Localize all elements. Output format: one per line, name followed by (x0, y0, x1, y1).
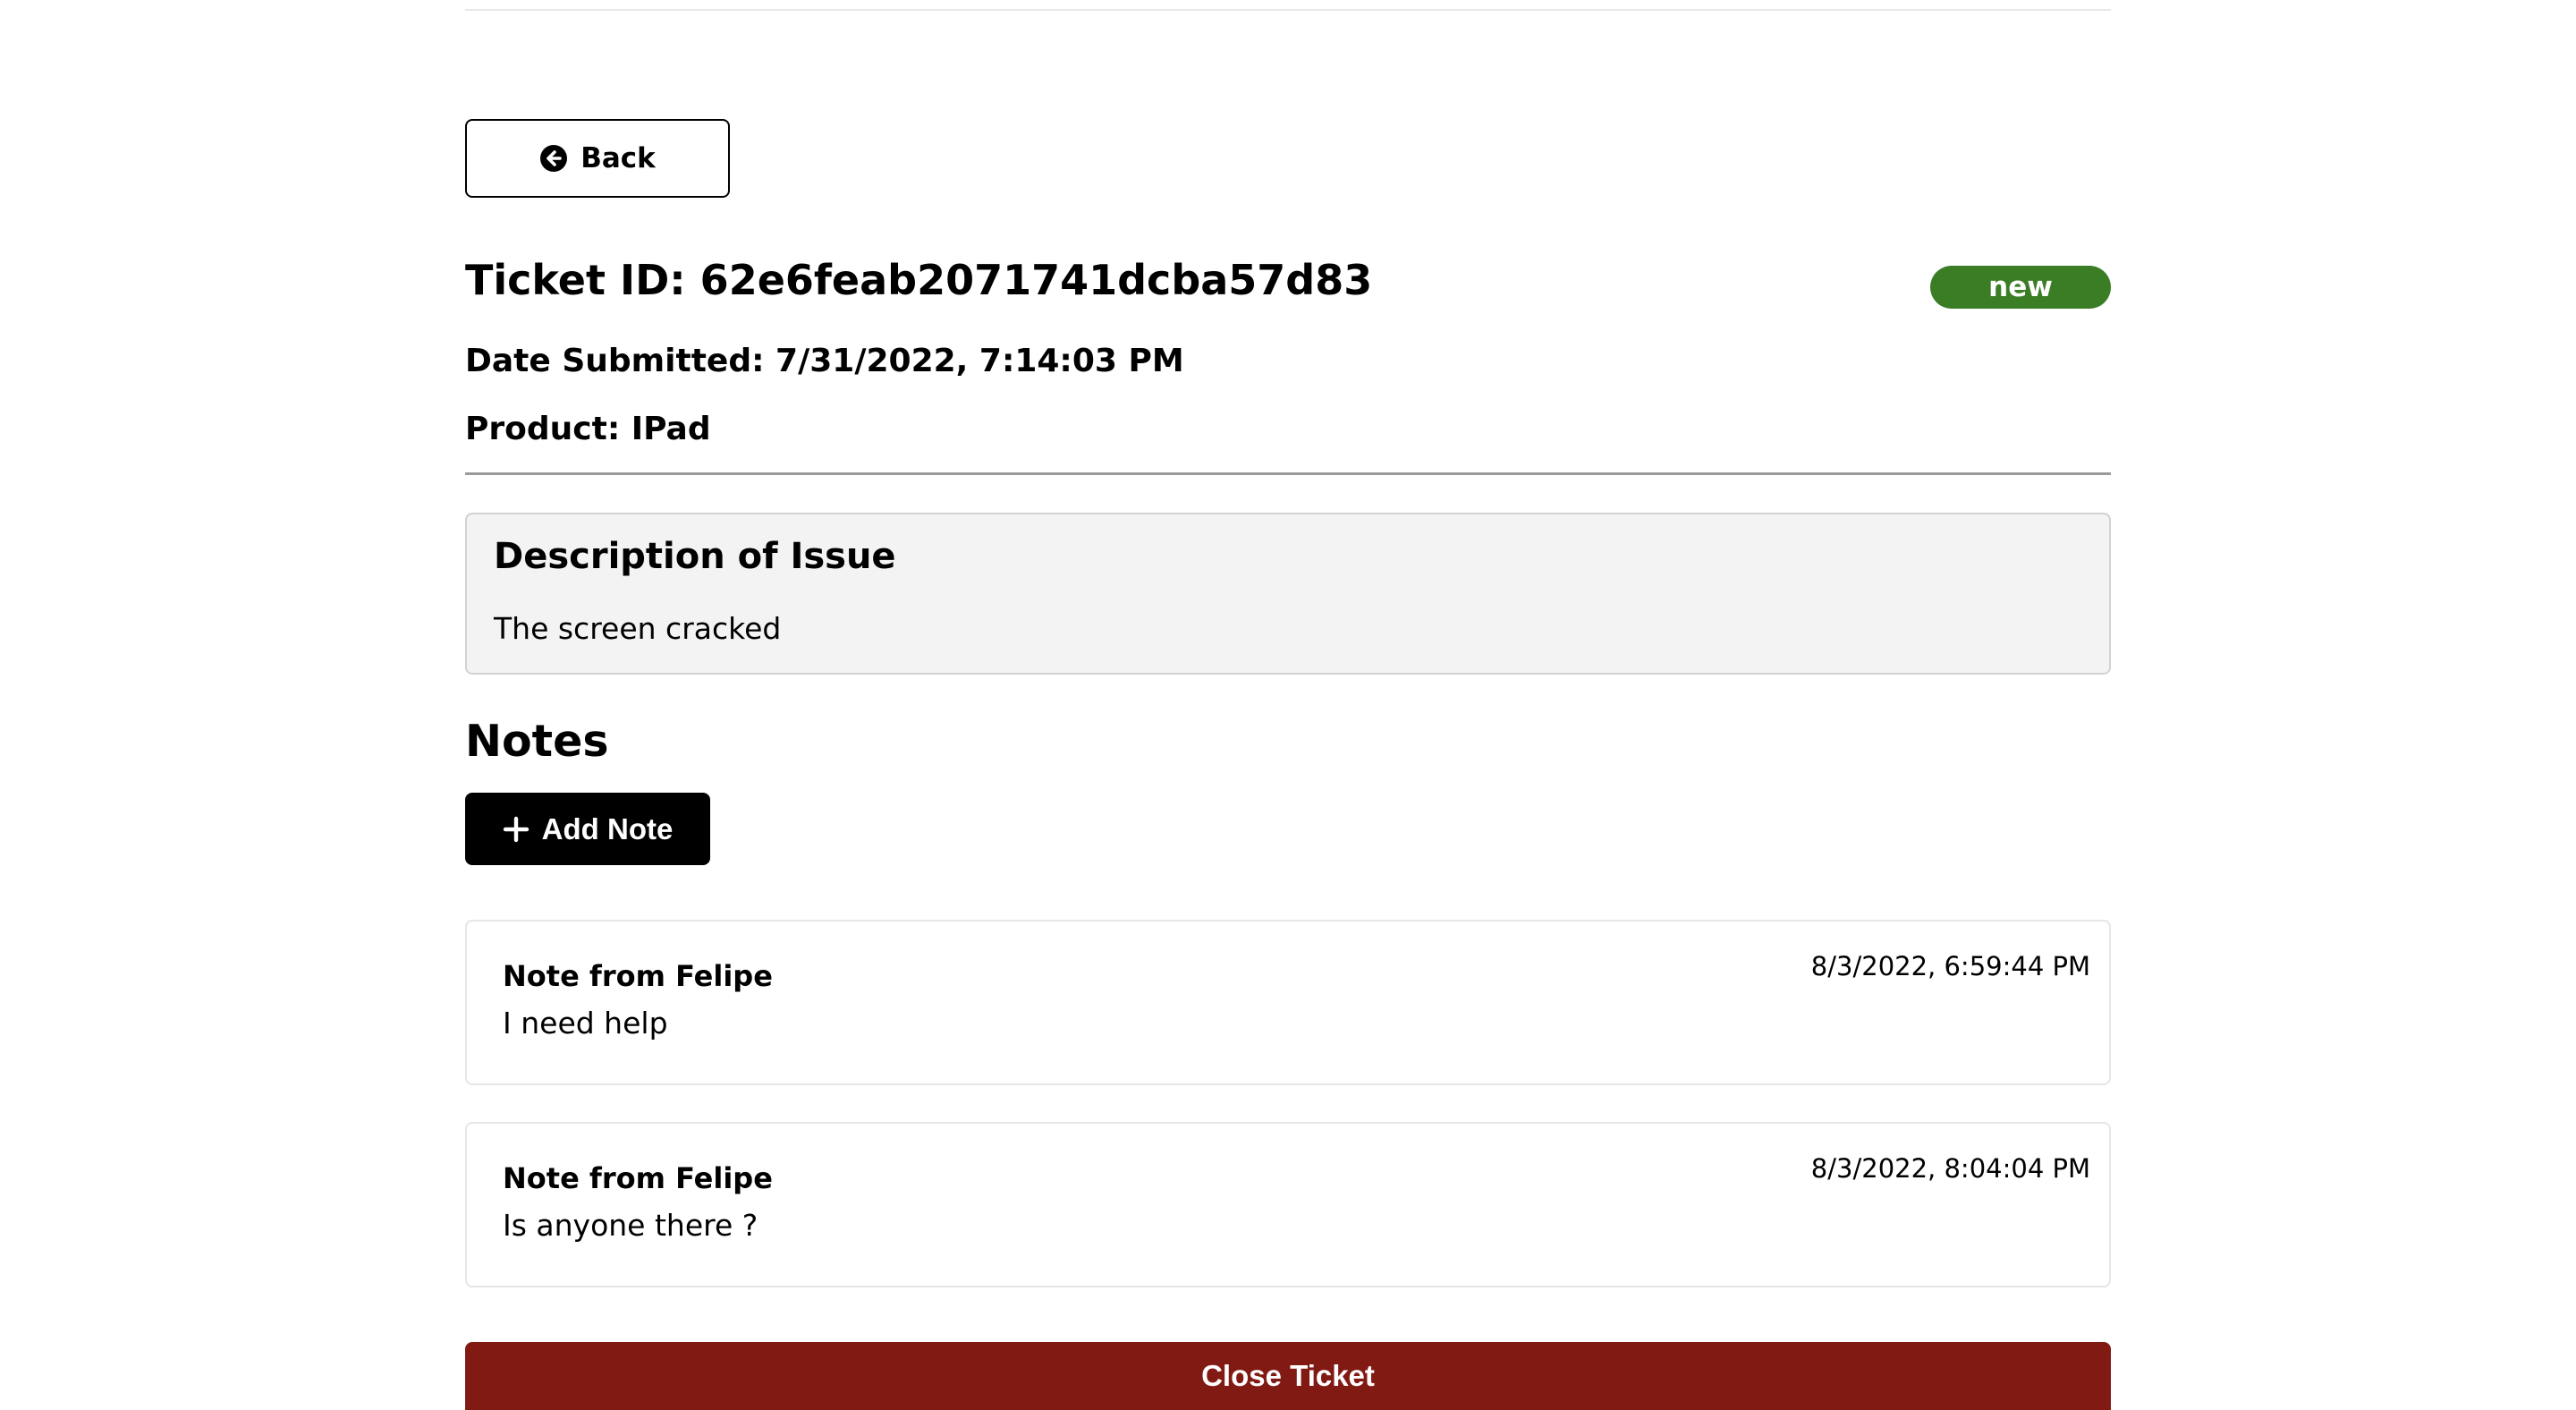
close-ticket-button[interactable]: Close Ticket (465, 1342, 2111, 1410)
date-submitted: Date Submitted: 7/31/2022, 7:14:03 PM (465, 343, 1184, 379)
notes-heading: Notes (465, 716, 609, 767)
note-card: Note from Felipe Is anyone there ? 8/3/2… (465, 1122, 2111, 1287)
ticket-divider (465, 472, 2111, 475)
note-card: Note from Felipe I need help 8/3/2022, 6… (465, 920, 2111, 1085)
note-date: 8/3/2022, 6:59:44 PM (1810, 951, 2090, 981)
note-text: Is anyone there ? (503, 1208, 758, 1243)
description-title: Description of Issue (494, 536, 896, 577)
note-text: I need help (503, 1006, 668, 1041)
back-button-label: Back (580, 142, 656, 174)
header-divider (465, 9, 2111, 11)
description-box: Description of Issue The screen cracked (465, 513, 2111, 675)
note-date: 8/3/2022, 8:04:04 PM (1810, 1153, 2090, 1184)
back-button[interactable]: Back (465, 119, 730, 198)
add-note-button[interactable]: Add Note (465, 793, 710, 865)
note-author: Note from Felipe (503, 959, 773, 993)
ticket-id: Ticket ID: 62e6feab2071741dcba57d83 (465, 256, 1373, 304)
arrow-circle-left-icon (539, 144, 568, 173)
note-author: Note from Felipe (503, 1161, 773, 1195)
add-note-label: Add Note (541, 811, 674, 845)
status-badge: new (1930, 266, 2111, 309)
product: Product: IPad (465, 411, 711, 447)
plus-icon (503, 816, 530, 843)
description-text: The screen cracked (494, 611, 782, 646)
